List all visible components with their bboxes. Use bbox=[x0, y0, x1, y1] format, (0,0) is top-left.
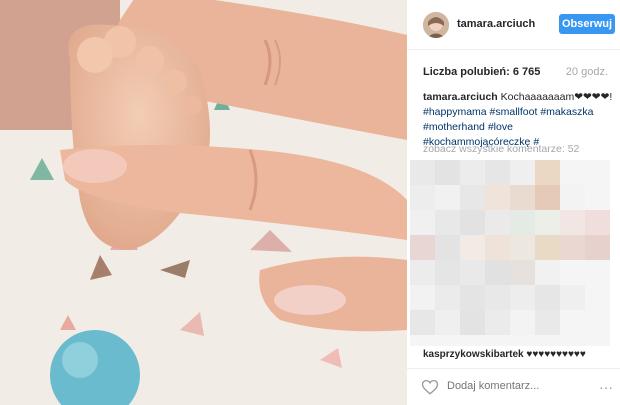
hashtag[interactable]: #makaszka bbox=[540, 106, 593, 118]
follow-button[interactable]: Obserwuj bbox=[559, 14, 615, 34]
caption-hearts: ❤❤❤❤! bbox=[574, 91, 613, 103]
post-panel: tamara.arciuch Obserwuj Liczba polubień:… bbox=[407, 0, 620, 405]
likes-row: Liczba polubień: 6 765 20 godz. bbox=[423, 66, 608, 80]
post-photo[interactable] bbox=[0, 0, 407, 405]
caption-username[interactable]: tamara.arciuch bbox=[423, 91, 498, 103]
hashtag[interactable]: #happymama bbox=[423, 106, 487, 118]
more-options-icon[interactable]: ··· bbox=[599, 379, 613, 395]
comment-username[interactable]: kasprzykowskibartek bbox=[423, 349, 524, 360]
header-username[interactable]: tamara.arciuch bbox=[457, 18, 535, 30]
add-comment-input[interactable] bbox=[447, 380, 587, 392]
comment-text: ♥♥♥♥♥♥♥♥♥♥ bbox=[526, 349, 586, 360]
caption: tamara.arciuch Kochaaaaaaam❤❤❤❤! #happym… bbox=[423, 90, 613, 150]
post-footer: ··· bbox=[407, 368, 620, 405]
post-time[interactable]: 20 godz. bbox=[566, 66, 608, 78]
hashtag[interactable]: #love bbox=[488, 121, 513, 133]
avatar-image bbox=[423, 12, 449, 38]
post-header: tamara.arciuch Obserwuj bbox=[407, 0, 620, 50]
likes-count[interactable]: Liczba polubień: 6 765 bbox=[423, 66, 540, 78]
heart-outline-icon[interactable] bbox=[421, 378, 439, 396]
photo-image bbox=[0, 0, 407, 405]
caption-text: Kochaaaaaaam bbox=[500, 91, 575, 103]
pixelated-comments bbox=[410, 160, 610, 346]
view-all-comments-link[interactable]: zobacz wszystkie komentarze: 52 bbox=[423, 143, 579, 155]
avatar[interactable] bbox=[423, 12, 449, 38]
hashtag[interactable]: #smallfoot bbox=[490, 106, 538, 118]
comment: kasprzykowskibartek ♥♥♥♥♥♥♥♥♥♥ bbox=[423, 349, 586, 360]
hashtag[interactable]: #motherhand bbox=[423, 121, 485, 133]
